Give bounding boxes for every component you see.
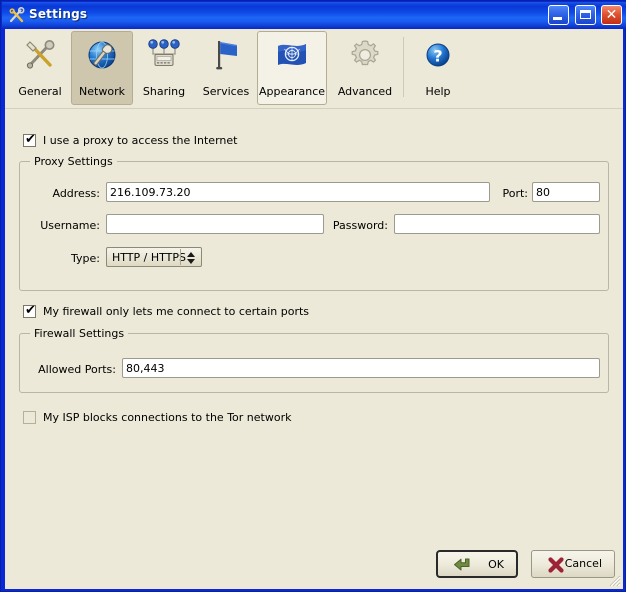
tools-icon [8, 6, 25, 24]
tab-services-label: Services [202, 85, 250, 98]
tab-services[interactable]: Services [195, 31, 257, 105]
port-input[interactable] [532, 182, 600, 202]
proxy-checkbox-label: I use a proxy to access the Internet [43, 134, 238, 147]
flag-icon [196, 37, 256, 77]
maximize-button[interactable] [574, 5, 596, 25]
tab-appearance-label: Appearance [258, 85, 326, 98]
proxy-type-value: HTTP / HTTPS [112, 251, 186, 264]
un-flag-icon [258, 37, 326, 77]
firewall-checkbox-label: My firewall only lets me connect to cert… [43, 305, 310, 318]
ok-button[interactable]: OK [436, 550, 518, 578]
close-button[interactable]: ✕ [601, 5, 622, 25]
allowed-ports-input[interactable] [122, 358, 600, 378]
green-enter-arrow-icon [452, 556, 472, 576]
screwdriver-wrench-icon [10, 37, 70, 77]
tab-help[interactable]: ? Help [407, 31, 469, 105]
proxy-settings-group: Proxy Settings Address: Port: Username: … [19, 155, 609, 291]
tab-help-label: Help [425, 85, 451, 98]
cancel-button[interactable]: Cancel [531, 550, 615, 578]
question-help-icon: ? [408, 37, 468, 77]
tab-network[interactable]: Network [71, 31, 133, 105]
svg-text:?: ? [433, 47, 442, 66]
window-buttons: ✕ [546, 5, 622, 26]
tab-advanced-label: Advanced [337, 85, 393, 98]
tab-general-label: General [18, 85, 62, 98]
address-label: Address: [52, 187, 100, 200]
password-input[interactable] [394, 214, 600, 234]
resize-grip[interactable] [607, 573, 621, 587]
username-label: Username: [40, 219, 100, 232]
bridge-checkbox[interactable] [23, 411, 36, 424]
tab-general[interactable]: General [9, 31, 71, 105]
globe-wrench-icon [72, 37, 132, 77]
bridge-checkbox-label: My ISP blocks connections to the Tor net… [43, 411, 292, 424]
tab-appearance[interactable]: Appearance [257, 31, 327, 105]
port-label: Port: [502, 187, 528, 200]
proxy-settings-group-title: Proxy Settings [30, 155, 117, 168]
tab-sharing[interactable]: Sharing [133, 31, 195, 105]
allowed-ports-label: Allowed Ports: [38, 363, 116, 376]
proxy-checkbox-tick: ✔ [25, 132, 36, 147]
settings-toolbar: General Network Sharing Services Appeara… [5, 29, 623, 107]
firewall-checkbox[interactable]: ✔ [23, 303, 36, 318]
red-x-icon [546, 555, 566, 575]
tab-sharing-label: Sharing [142, 85, 186, 98]
address-input[interactable] [106, 182, 490, 202]
username-input[interactable] [106, 214, 324, 234]
password-label: Password: [332, 219, 388, 232]
type-label: Type: [71, 252, 100, 265]
proxy-checkbox[interactable]: ✔ [23, 132, 36, 147]
minimize-button[interactable] [548, 5, 569, 25]
firewall-settings-group-title: Firewall Settings [30, 327, 129, 340]
firewall-checkbox-tick: ✔ [25, 303, 36, 318]
tab-network-label: Network [79, 85, 125, 98]
firewall-settings-group: Firewall Settings Allowed Ports: [19, 327, 609, 393]
title-bar[interactable]: Settings ✕ [2, 2, 626, 28]
ok-button-label: OK [488, 558, 504, 571]
cancel-button-label: Cancel [564, 557, 602, 570]
tab-advanced[interactable]: Advanced [331, 31, 399, 105]
combobox-divider [180, 249, 181, 265]
settings-window: Settings ✕ General Network Sharing Servi… [0, 0, 626, 592]
window-title: Settings [29, 7, 88, 21]
spinner-arrows-icon[interactable] [185, 249, 197, 267]
gear-icon [332, 37, 398, 77]
proxy-type-combobox[interactable]: HTTP / HTTPS [106, 247, 202, 267]
network-settings-panel: ✔ I use a proxy to access the Internet P… [5, 109, 623, 589]
client-area: General Network Sharing Services Appeara… [5, 29, 623, 589]
network-nodes-icon [134, 37, 194, 77]
toolbar-separator [403, 37, 404, 97]
